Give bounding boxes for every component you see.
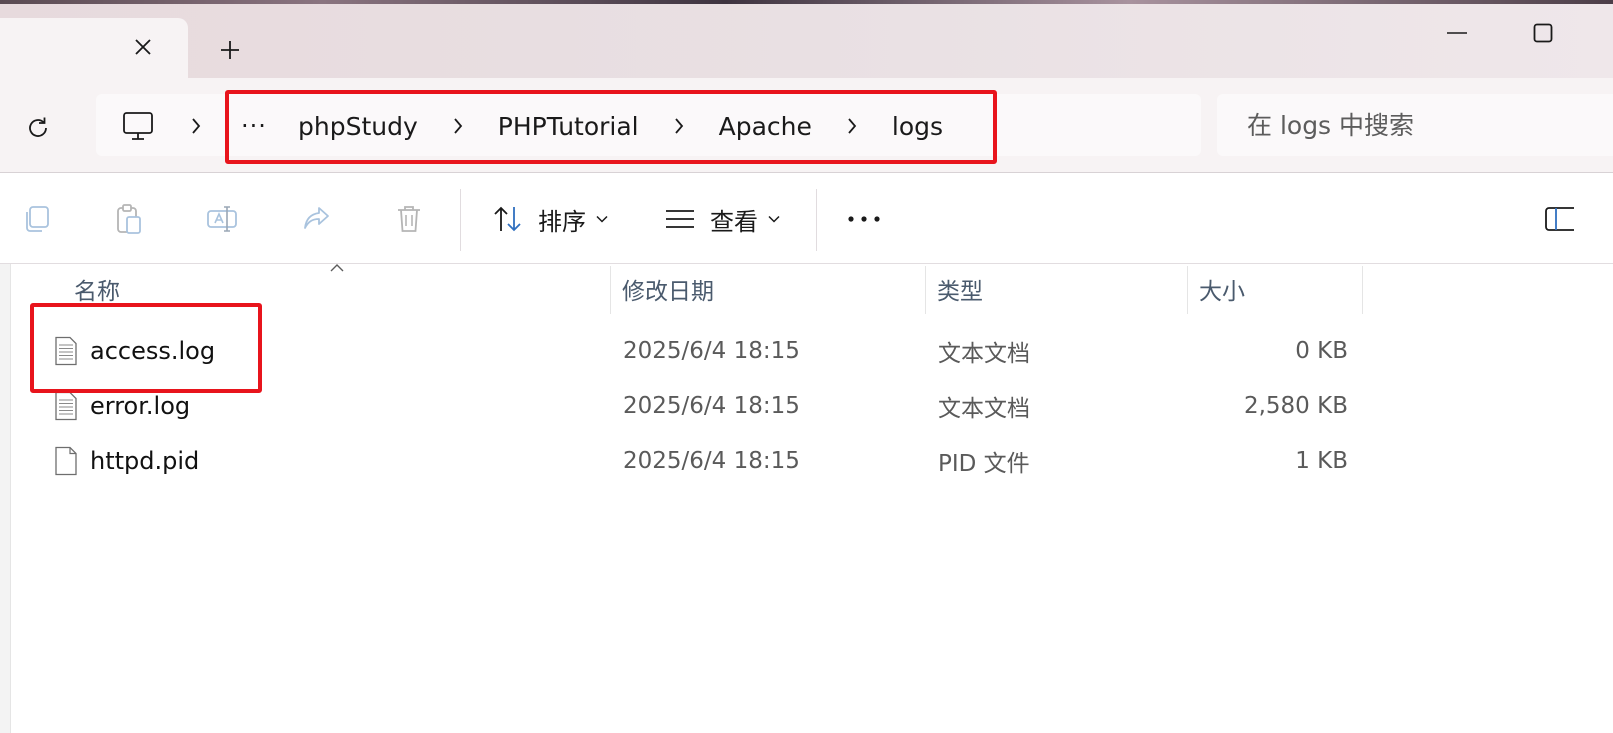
rename-button[interactable]: [204, 201, 240, 237]
rename-icon: [207, 206, 237, 232]
file-date: 2025/6/4 18:15: [623, 393, 800, 419]
minimize-icon: [1447, 32, 1467, 34]
search-box[interactable]: [1217, 94, 1613, 156]
close-icon: [135, 39, 151, 55]
minimize-button[interactable]: [1440, 18, 1474, 48]
new-tab-button[interactable]: [212, 32, 248, 68]
file-type: 文本文档: [938, 341, 1030, 367]
maximize-button[interactable]: [1526, 18, 1560, 48]
toolbar-divider: [816, 189, 817, 251]
file-size: 0 KB: [1295, 338, 1348, 364]
toolbar-divider: [460, 189, 461, 251]
chevron-down-icon: [768, 215, 780, 223]
title-bar: [0, 4, 1613, 78]
breadcrumb-highlight-box: [225, 90, 997, 164]
share-icon: [304, 207, 329, 229]
search-input[interactable]: [1245, 109, 1589, 141]
monitor-icon: [123, 112, 153, 140]
chevron-right-icon: [192, 118, 201, 134]
column-header-type[interactable]: 类型: [937, 264, 1187, 314]
more-options-button[interactable]: [844, 199, 884, 239]
blank-file-icon: [55, 446, 77, 476]
column-header-type-label: 类型: [937, 279, 983, 305]
column-header-date-label: 修改日期: [622, 279, 714, 305]
file-name: error.log: [90, 392, 191, 420]
file-date: 2025/6/4 18:15: [623, 338, 800, 364]
details-pane-button[interactable]: [1544, 205, 1583, 235]
sort-button[interactable]: 排序: [492, 197, 608, 241]
navigation-row: ··· phpStudy PHPTutorial Apache logs: [0, 78, 1613, 172]
column-header-size-label: 大小: [1199, 279, 1245, 305]
column-header-name-label: 名称: [74, 279, 120, 305]
copy-icon: [26, 206, 49, 232]
file-size: 1 KB: [1295, 448, 1348, 474]
plus-icon: [221, 41, 239, 59]
refresh-icon: [29, 117, 47, 137]
file-name-cell: httpd.pid: [54, 434, 199, 488]
file-highlight-box: [30, 303, 262, 393]
file-date: 2025/6/4 18:15: [623, 448, 800, 474]
view-label: 查看: [710, 207, 758, 236]
navigation-pane-edge: [0, 264, 11, 733]
more-horizontal-icon: [848, 216, 880, 222]
breadcrumb-separator[interactable]: [184, 112, 208, 140]
details-pane-icon: [1545, 207, 1583, 231]
column-resize-handle[interactable]: [1362, 266, 1363, 314]
column-resize-handle[interactable]: [1187, 266, 1188, 314]
share-button[interactable]: [298, 201, 334, 237]
file-name: httpd.pid: [90, 447, 200, 475]
chevron-down-icon: [596, 215, 608, 223]
text-file-icon: [55, 391, 77, 421]
sort-label: 排序: [538, 207, 586, 236]
paste-icon: [117, 204, 141, 234]
list-view-icon: [666, 210, 694, 228]
column-header-date[interactable]: 修改日期: [622, 264, 925, 314]
active-tab[interactable]: [0, 18, 188, 78]
file-size: 2,580 KB: [1243, 393, 1348, 419]
refresh-button[interactable]: [18, 108, 58, 148]
file-list: 名称 修改日期 类型 大小 access.log 2025/6/4 18:15 …: [0, 264, 1613, 733]
tab-close-button[interactable]: [128, 32, 158, 62]
file-type: PID 文件: [938, 451, 1030, 477]
column-header-size[interactable]: 大小: [1199, 264, 1362, 314]
file-row-httpd-pid[interactable]: httpd.pid 2025/6/4 18:15 PID 文件 1 KB: [30, 434, 1363, 488]
column-resize-handle[interactable]: [610, 266, 611, 314]
sort-icon: [494, 206, 521, 232]
file-type: 文本文档: [938, 396, 1030, 422]
this-pc-button[interactable]: [118, 106, 158, 146]
view-button[interactable]: 查看: [664, 197, 780, 241]
delete-button[interactable]: [391, 201, 427, 237]
maximize-icon: [1533, 23, 1553, 43]
paste-button[interactable]: [111, 201, 147, 237]
trash-icon: [398, 206, 420, 232]
copy-button[interactable]: [18, 201, 54, 237]
column-resize-handle[interactable]: [925, 266, 926, 314]
command-bar: 排序 查看: [0, 172, 1613, 264]
